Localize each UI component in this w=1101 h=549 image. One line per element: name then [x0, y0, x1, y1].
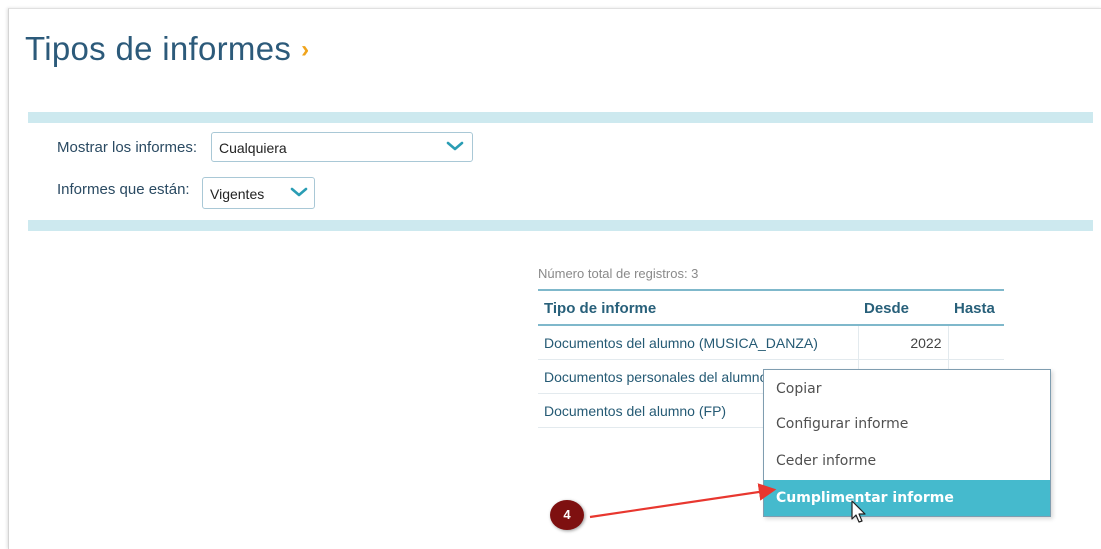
column-header-tipo[interactable]: Tipo de informe [538, 289, 858, 326]
record-count: Número total de registros: 3 [538, 266, 699, 281]
estado-informes-select[interactable]: Vigentes [202, 177, 315, 209]
page-title: Tipos de informes › [25, 30, 309, 68]
menu-item-copiar[interactable]: Copiar [764, 372, 1050, 406]
cell-hasta [947, 325, 1004, 360]
filter-band-bottom [28, 220, 1093, 231]
chevron-down-icon [290, 187, 308, 197]
mostrar-informes-value: Cualquiera [219, 140, 287, 156]
estado-informes-value: Vigentes [210, 186, 265, 202]
chevron-right-icon: › [301, 36, 310, 63]
filter-label-mostrar: Mostrar los informes: [57, 139, 198, 156]
menu-item-configurar-informe[interactable]: Configurar informe [764, 407, 1050, 441]
column-header-hasta[interactable]: Hasta [948, 289, 1004, 326]
table-row[interactable]: Documentos del alumno (MUSICA_DANZA) 202… [538, 325, 1004, 360]
step-badge: 4 [550, 500, 584, 530]
chevron-down-icon [446, 141, 464, 151]
mostrar-informes-select[interactable]: Cualquiera [211, 132, 473, 162]
filter-band-top [28, 112, 1093, 123]
page-title-text: Tipos de informes [25, 30, 292, 67]
cell-desde: 2022 [857, 325, 948, 360]
menu-item-cumplimentar-informe[interactable]: Cumplimentar informe [764, 480, 1050, 516]
cell-tipo[interactable]: Documentos del alumno (MUSICA_DANZA) [538, 325, 858, 360]
menu-item-ceder-informe[interactable]: Ceder informe [764, 444, 1050, 478]
column-header-desde[interactable]: Desde [858, 289, 948, 326]
mouse-pointer-icon [851, 500, 866, 523]
context-menu: Copiar Configurar informe Ceder informe … [763, 369, 1051, 517]
filter-label-estado: Informes que están: [57, 181, 190, 198]
